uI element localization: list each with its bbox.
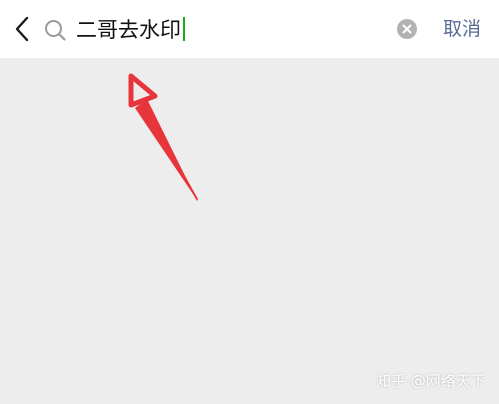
search-icon — [44, 19, 66, 41]
search-input[interactable]: 二哥去水印 — [76, 14, 376, 46]
watermark: 知乎 @网络天下 — [376, 372, 486, 390]
clear-button[interactable] — [397, 19, 417, 39]
cancel-button[interactable]: 取消 — [443, 15, 481, 43]
close-circle-icon — [402, 24, 412, 34]
search-query-text: 二哥去水印 — [76, 18, 181, 42]
search-bar: 二哥去水印 取消 — [0, 0, 499, 58]
chevron-left-icon — [15, 16, 29, 42]
search-screen: 二哥去水印 取消 知乎 @网络天下 — [0, 0, 499, 404]
text-caret — [183, 17, 185, 41]
back-button[interactable] — [12, 15, 34, 43]
annotation-arrow — [128, 73, 198, 201]
